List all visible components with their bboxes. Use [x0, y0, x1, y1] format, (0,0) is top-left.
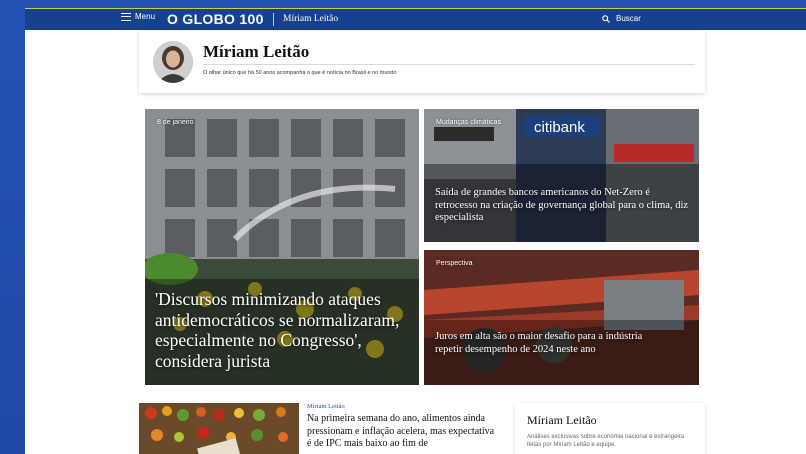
featured-story-bottom-right[interactable]: Perspectiva Juros em alta são o maior de…	[424, 250, 699, 385]
column-info-card: Míriam Leitão Análises exclusivas sobre …	[515, 403, 705, 454]
search-icon	[602, 14, 610, 23]
story-kicker: Perspectiva	[436, 260, 473, 267]
story-kicker: Mudanças climáticas	[436, 119, 501, 126]
featured-story-large[interactable]: 8 de janeiro 'Discursos minimizando ataq…	[145, 109, 419, 385]
latest-story-kicker[interactable]: Míriam Leitão	[307, 403, 345, 410]
latest-story-thumbnail[interactable]	[139, 403, 299, 454]
search-label: Buscar	[616, 14, 641, 23]
column-description: Análises exclusivas sobre economia nacio…	[527, 434, 685, 448]
menu-button[interactable]: Menu	[121, 12, 155, 21]
story-image	[424, 250, 699, 385]
hamburger-icon	[121, 12, 131, 21]
column-title: Míriam Leitão	[527, 413, 597, 427]
search-button[interactable]: Buscar	[602, 14, 641, 23]
page: Menu O GLOBO 100 Míriam Leitão Buscar Mí…	[25, 8, 806, 454]
top-nav-bar: Menu O GLOBO 100 Míriam Leitão Buscar	[25, 8, 806, 30]
latest-story-headline[interactable]: Na primeira semana do ano, alimentos ain…	[307, 413, 497, 451]
story-kicker: 8 de janeiro	[157, 119, 194, 126]
story-headline[interactable]: Saída de grandes bancos americanos do Ne…	[435, 187, 693, 225]
author-name: Míriam Leitão	[203, 42, 310, 61]
menu-label: Menu	[135, 12, 156, 21]
story-headline[interactable]: Juros em alta são o maior desafio para a…	[435, 331, 653, 356]
featured-story-top-right[interactable]: citibank Mudanças climáticas Saída de gr…	[424, 109, 699, 242]
section-name[interactable]: Míriam Leitão	[283, 14, 338, 24]
logo-divider	[273, 13, 274, 26]
author-description: O olhar único que há 50 anos acompanha o…	[203, 70, 397, 76]
story-headline[interactable]: 'Discursos minimizando ataques antidemoc…	[155, 289, 413, 371]
author-card: Míriam Leitão O olhar único que há 50 an…	[139, 31, 705, 93]
logo[interactable]: O GLOBO 100	[167, 11, 264, 27]
svg-text:citibank: citibank	[534, 119, 585, 136]
divider	[203, 64, 695, 65]
avatar	[153, 41, 193, 83]
